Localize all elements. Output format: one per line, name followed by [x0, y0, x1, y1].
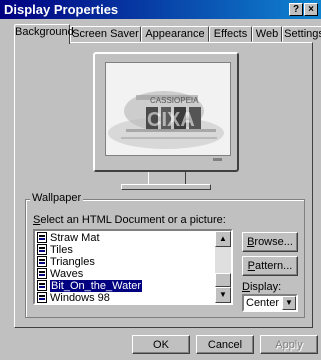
tab-screen-saver[interactable]: Screen Saver [70, 26, 141, 42]
wallpaper-group-label: Wallpaper [30, 191, 84, 205]
tab-web[interactable]: Web [252, 26, 282, 42]
scroll-down-arrow-icon[interactable]: ▼ [215, 287, 231, 303]
monitor-power-light [213, 158, 222, 161]
chevron-down-icon[interactable]: ▼ [282, 296, 296, 310]
wallpaper-listbox[interactable]: Straw Mat Tiles Triangles Waves Bit_On_t… [33, 229, 233, 305]
close-button[interactable]: × [304, 3, 318, 16]
scroll-up-arrow-icon[interactable]: ▲ [215, 231, 231, 247]
monitor-stand [148, 172, 186, 184]
logo-text-bottom: CIXA [147, 109, 195, 131]
display-mode-value: Center [246, 297, 280, 309]
tab-background[interactable]: Background [14, 24, 74, 44]
monitor-preview: CASSIOPEIA CIXA [93, 52, 239, 172]
html-file-icon [37, 244, 47, 255]
html-file-icon [37, 268, 47, 279]
browse-button[interactable]: Browse... [242, 232, 298, 252]
tab-effects[interactable]: Effects [209, 26, 252, 42]
pattern-button[interactable]: Pattern... [242, 256, 298, 276]
display-properties-window: Display Properties ? × Background Screen… [0, 0, 321, 360]
display-mode-select[interactable]: Center ▼ [242, 294, 298, 312]
logo-text-top: CASSIOPEIA [150, 96, 199, 105]
tab-settings[interactable]: Settings [282, 26, 321, 42]
html-file-icon [37, 232, 47, 243]
cancel-button[interactable]: Cancel [196, 335, 254, 354]
ok-button[interactable]: OK [132, 335, 190, 354]
html-file-icon [37, 292, 47, 303]
monitor-base [121, 184, 211, 190]
tab-appearance[interactable]: Appearance [141, 26, 209, 42]
wallpaper-preview-screen: CASSIOPEIA CIXA [105, 62, 231, 156]
list-item[interactable]: Windows 98 [37, 292, 110, 303]
scroll-thumb[interactable] [215, 273, 231, 287]
wallpaper-preview-image: CASSIOPEIA CIXA [106, 63, 230, 155]
listbox-scrollbar[interactable]: ▲ ▼ [215, 231, 231, 303]
html-file-icon [37, 280, 47, 291]
help-button[interactable]: ? [289, 3, 303, 16]
select-picture-label: Select an HTML Document or a picture: [33, 214, 226, 226]
apply-button[interactable]: Apply [260, 335, 318, 354]
display-label: Display: [242, 281, 282, 293]
html-file-icon [37, 256, 47, 267]
title-bar[interactable]: Display Properties ? × [0, 0, 321, 19]
window-title: Display Properties [4, 2, 119, 17]
